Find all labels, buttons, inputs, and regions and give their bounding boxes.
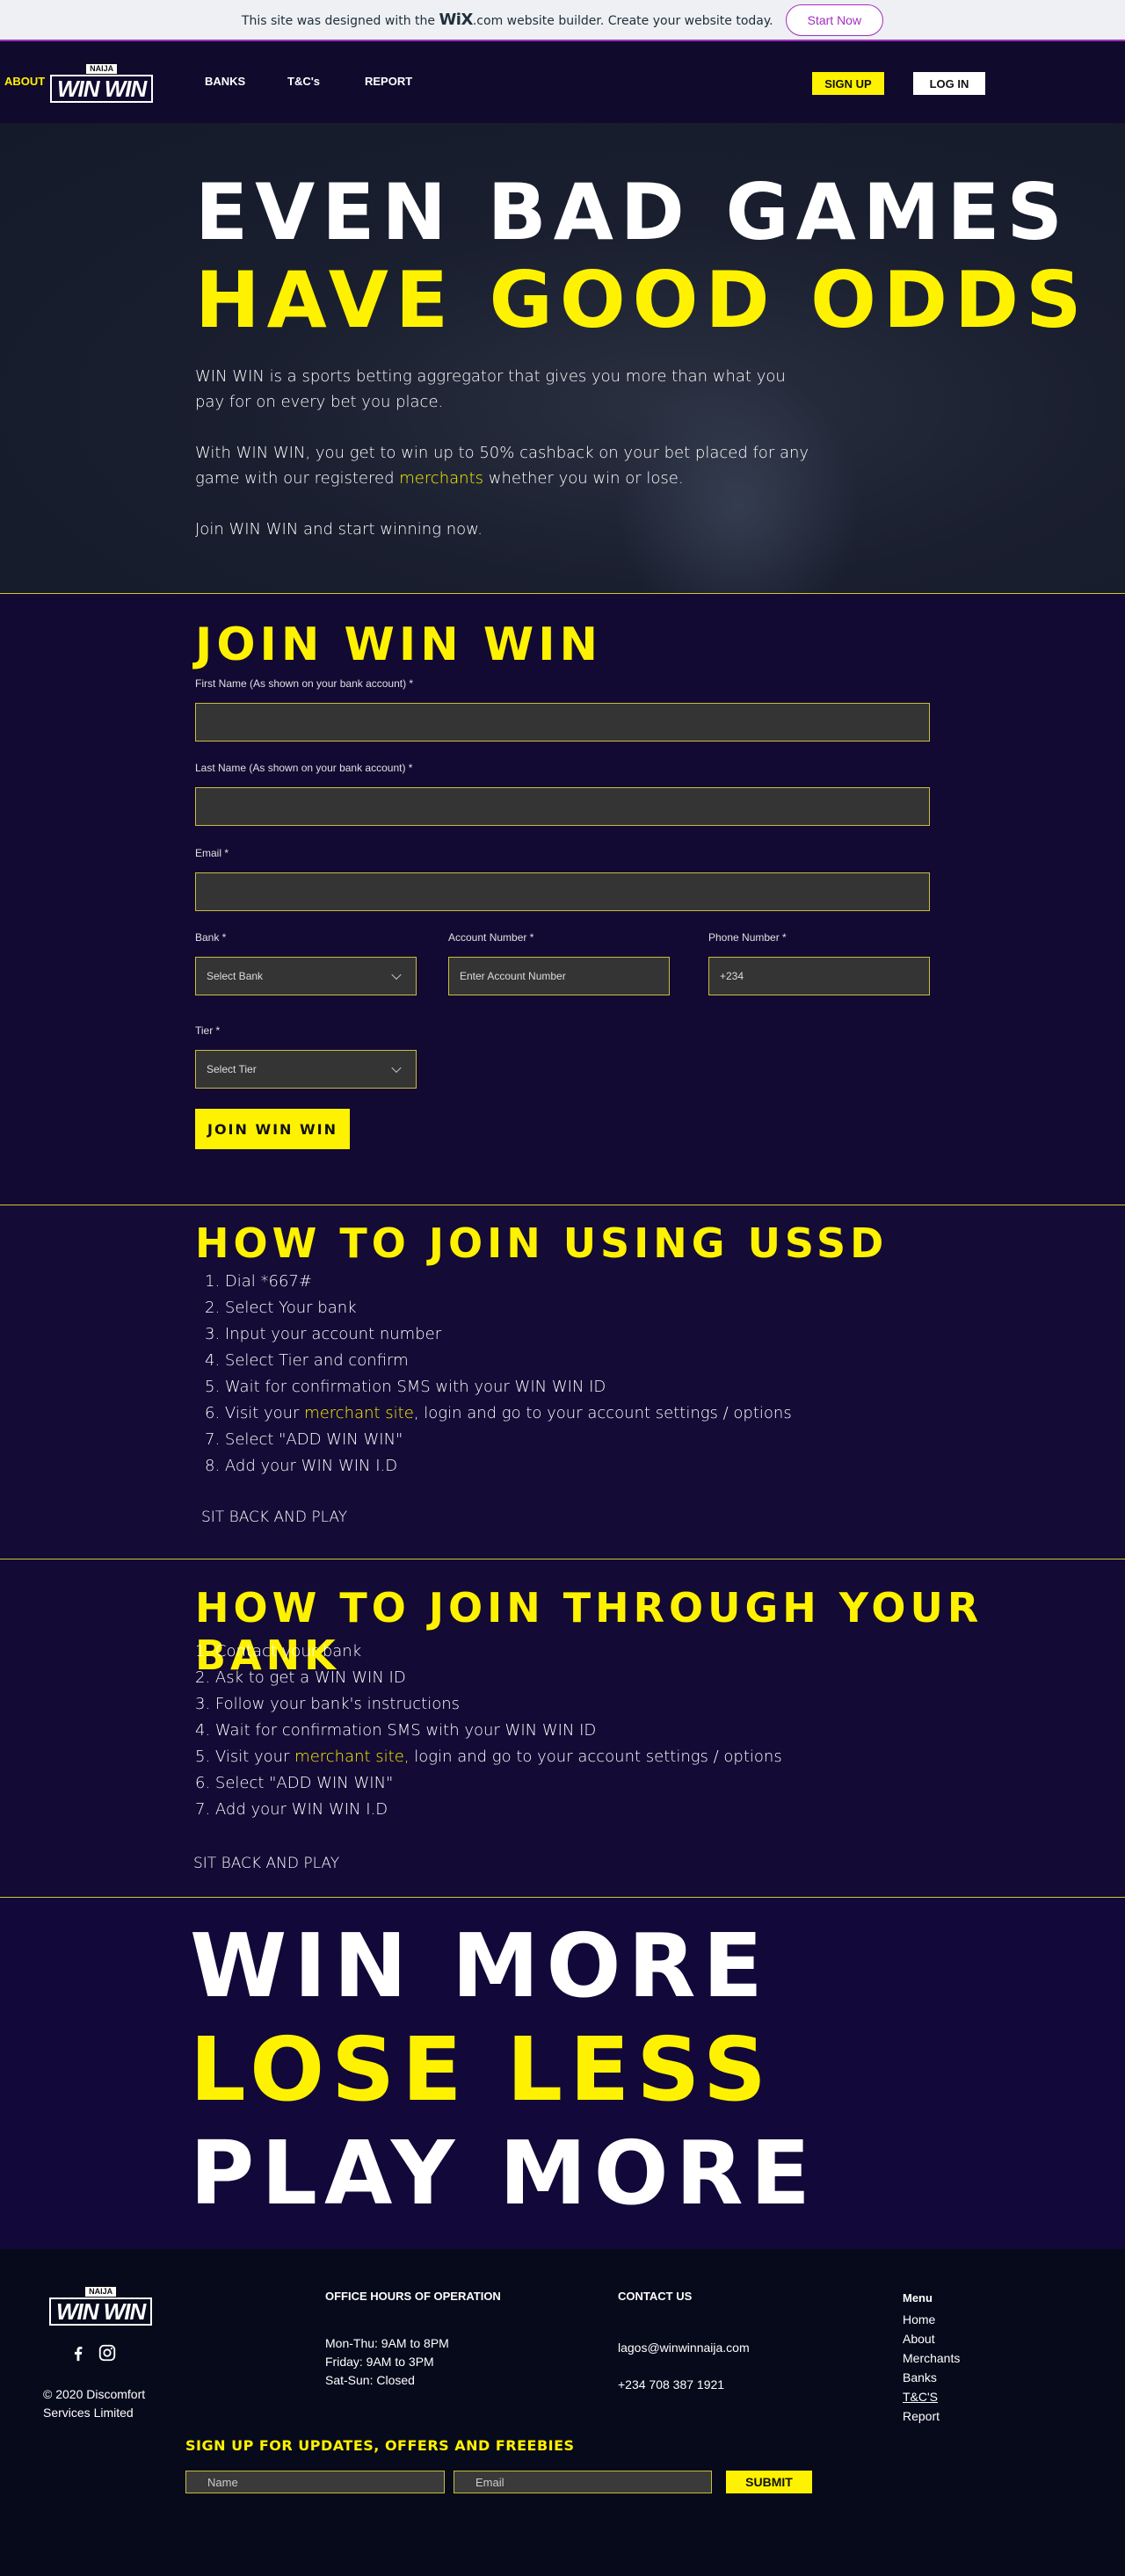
last-name-field[interactable] [195, 787, 930, 826]
join-section: JOIN WIN WIN First Name (As shown on you… [0, 594, 1125, 1205]
footer-menu-home[interactable]: Home [903, 2312, 935, 2326]
newsletter-submit-button[interactable]: SUBMIT [726, 2471, 812, 2493]
join-title: JOIN WIN WIN [195, 619, 603, 671]
sign-up-button[interactable]: SIGN UP [812, 72, 884, 95]
list-item: 3. Follow your bank's instructions [195, 1695, 461, 1713]
tier-label: Tier * [195, 1024, 221, 1037]
list-item: 3. Input your account number [205, 1325, 442, 1343]
facebook-icon[interactable] [69, 2343, 88, 2363]
contact-email-link[interactable]: lagos@winwinnaija.com [618, 2339, 750, 2357]
phone-number-field[interactable]: +234 [708, 957, 930, 995]
office-hours-title: OFFICE HOURS OF OPERATION [325, 2290, 501, 2303]
site-footer: NAIJA WIN WIN © 2020 Discomfort Services… [0, 2249, 1125, 2576]
list-item: 1. Contact your bank [195, 1642, 362, 1661]
list-item: 7. Add your WIN WIN I.D [195, 1800, 388, 1819]
footer-menu-merchants[interactable]: Merchants [903, 2351, 960, 2365]
list-item: 7. Select "ADD WIN WIN" [205, 1430, 403, 1449]
phone-number-label: Phone Number * [708, 931, 787, 944]
copyright: © 2020 Discomfort Services Limited [43, 2387, 146, 2420]
list-item: 5. Visit your merchant site, login and g… [195, 1747, 782, 1766]
bank-select[interactable]: Select Bank [195, 957, 417, 995]
site-logo[interactable]: NAIJA WIN WIN [50, 63, 154, 103]
footer-menu-tcs[interactable]: T&C'S [903, 2390, 938, 2404]
nav-tcs[interactable]: T&C's [287, 75, 320, 88]
first-name-field[interactable] [195, 703, 930, 742]
list-item: 2. Select Your bank [205, 1299, 357, 1317]
list-item: 6. Visit your merchant site, login and g… [205, 1404, 792, 1422]
list-item: 4. Select Tier and confirm [205, 1351, 409, 1370]
footer-menu-report[interactable]: Report [903, 2409, 940, 2423]
merchant-site-link[interactable]: merchant site [304, 1404, 414, 1422]
nav-banks[interactable]: BANKS [205, 75, 245, 88]
contact-phone[interactable]: +234 708 387 1921 [618, 2376, 724, 2394]
instagram-icon[interactable] [98, 2343, 117, 2363]
bank-section: HOW TO JOIN THROUGH YOUR BANK 1. Contact… [0, 1559, 1125, 1897]
ussd-closing: SIT BACK AND PLAY [201, 1509, 348, 1526]
bank-steps: 1. Contact your bank 2. Ask to get a WIN… [195, 1639, 782, 1823]
site-header: ABOUT NAIJA WIN WIN BANKS T&C's REPORT S… [0, 41, 1125, 123]
newsletter-name-input[interactable]: Name [185, 2471, 445, 2493]
hero-title-line2: HAVE GOOD ODDS [195, 255, 1089, 345]
tier-select[interactable]: Select Tier [195, 1050, 417, 1089]
list-item: 4. Wait for confirmation SMS with your W… [195, 1721, 597, 1740]
hero-paragraph-3: Join WIN WIN and start winning now. [195, 520, 483, 539]
hero-title-line1: EVEN BAD GAMES [195, 167, 1070, 257]
footer-logo[interactable]: NAIJA WIN WIN [49, 2286, 153, 2326]
list-item: 5. Wait for confirmation SMS with your W… [205, 1378, 606, 1396]
hero-section: EVEN BAD GAMES HAVE GOOD ODDS WIN WIN is… [0, 123, 1125, 593]
office-hours: Mon-Thu: 9AM to 8PM Friday: 9AM to 3PM S… [325, 2336, 449, 2387]
slogan-section: WIN MORE LOSE LESS PLAY MORE [0, 1898, 1125, 2249]
list-item: 6. Select "ADD WIN WIN" [195, 1774, 394, 1792]
bank-closing: SIT BACK AND PLAY [193, 1855, 340, 1872]
account-number-field[interactable]: Enter Account Number [448, 957, 670, 995]
slogan-line2: LOSE LESS [190, 2018, 773, 2121]
bank-label: Bank * [195, 931, 227, 944]
last-name-label: Last Name (As shown on your bank account… [195, 762, 413, 774]
slogan-line1: WIN MORE [190, 1914, 770, 2017]
contact-title: CONTACT US [618, 2290, 693, 2303]
first-name-label: First Name (As shown on your bank accoun… [195, 677, 414, 690]
list-item: 8. Add your WIN WIN I.D [205, 1457, 398, 1475]
start-now-button[interactable]: Start Now [785, 4, 884, 36]
chevron-down-icon [391, 969, 402, 980]
wix-banner-text: This site was designed with the WiX.com … [241, 11, 773, 29]
list-item: 2. Ask to get a WIN WIN ID [195, 1668, 406, 1687]
email-label: Email * [195, 847, 229, 859]
nav-about[interactable]: ABOUT [4, 75, 45, 88]
wix-logo: WiX [439, 11, 473, 29]
hero-paragraph-2: With WIN WIN, you get to win up to 50% c… [195, 444, 809, 488]
list-item: 1. Dial *667# [205, 1272, 312, 1291]
log-in-button[interactable]: LOG IN [913, 72, 985, 95]
newsletter-email-input[interactable]: Email [454, 2471, 712, 2493]
merchants-link[interactable]: merchants [399, 469, 483, 488]
join-submit-button[interactable]: JOIN WIN WIN [195, 1109, 350, 1149]
hero-paragraph-1: WIN WIN is a sports betting aggregator t… [195, 367, 786, 411]
ussd-title: HOW TO JOIN USING USSD [195, 1219, 889, 1267]
footer-menu-about[interactable]: About [903, 2332, 935, 2346]
nav-report[interactable]: REPORT [365, 75, 412, 88]
newsletter-title: SIGN UP FOR UPDATES, OFFERS AND FREEBIES [185, 2437, 575, 2454]
ussd-section: HOW TO JOIN USING USSD 1. Dial *667# 2. … [0, 1205, 1125, 1559]
account-number-label: Account Number * [448, 931, 534, 944]
wix-banner: This site was designed with the WiX.com … [0, 0, 1125, 41]
merchant-site-link[interactable]: merchant site, [294, 1747, 409, 1766]
email-field[interactable] [195, 872, 930, 911]
chevron-down-icon [391, 1062, 402, 1074]
footer-menu-banks[interactable]: Banks [903, 2370, 937, 2384]
menu-title: Menu [903, 2291, 933, 2305]
ussd-steps: 1. Dial *667# 2. Select Your bank 3. Inp… [205, 1269, 792, 1480]
slogan-line3: PLAY MORE [190, 2122, 817, 2225]
